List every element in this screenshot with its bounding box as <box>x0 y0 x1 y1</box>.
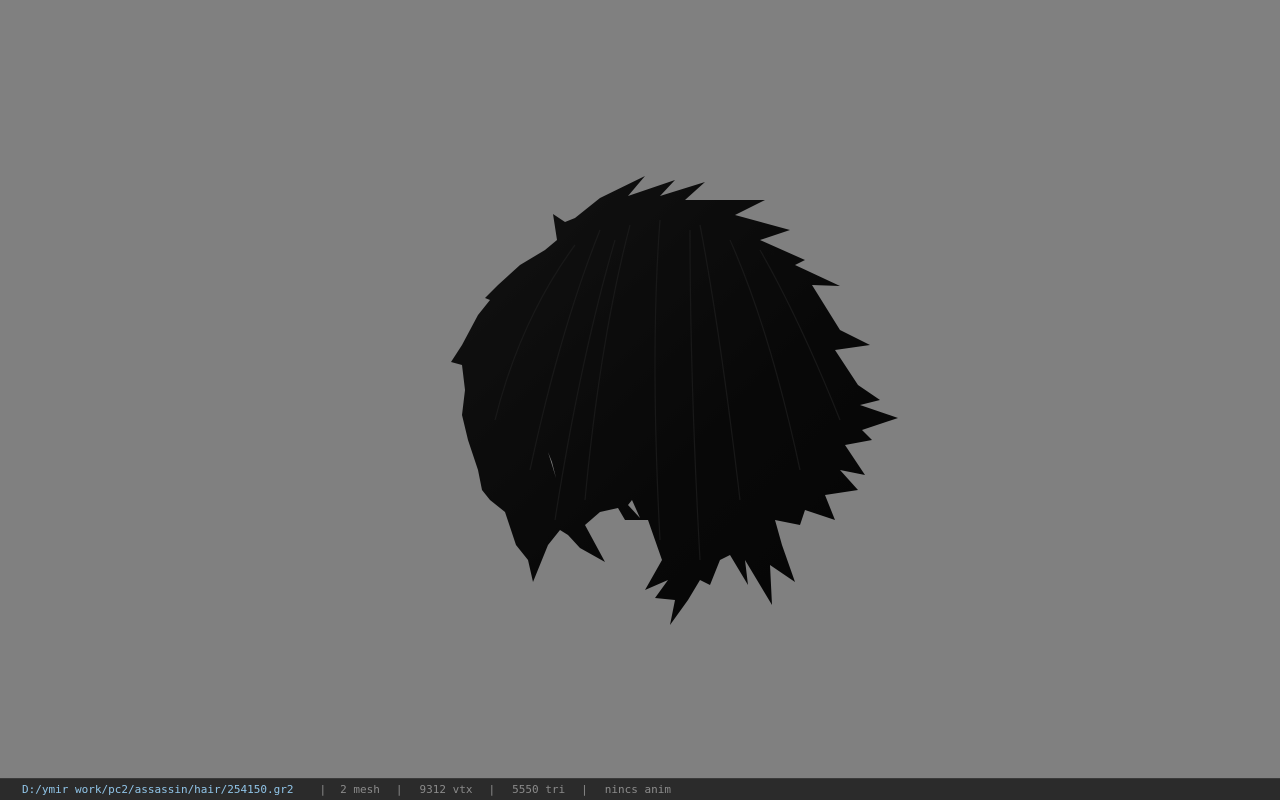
3d-viewport[interactable] <box>0 0 1280 778</box>
animation-status: nincs anim <box>604 783 671 796</box>
vertex-count: 9312 vtx <box>419 783 473 796</box>
triangle-count: 5550 tri <box>512 783 566 796</box>
hair-silhouette <box>451 176 898 625</box>
status-bar: D:/ymir work/pc2/assassin/hair/254150.gr… <box>0 778 1280 800</box>
separator: | <box>488 783 496 796</box>
mesh-count: 2 mesh <box>340 783 380 796</box>
separator: | <box>395 783 403 796</box>
hair-model <box>451 176 898 625</box>
separator: | <box>319 783 327 796</box>
file-path: D:/ymir work/pc2/assassin/hair/254150.gr… <box>22 783 294 796</box>
separator: | <box>581 783 588 796</box>
